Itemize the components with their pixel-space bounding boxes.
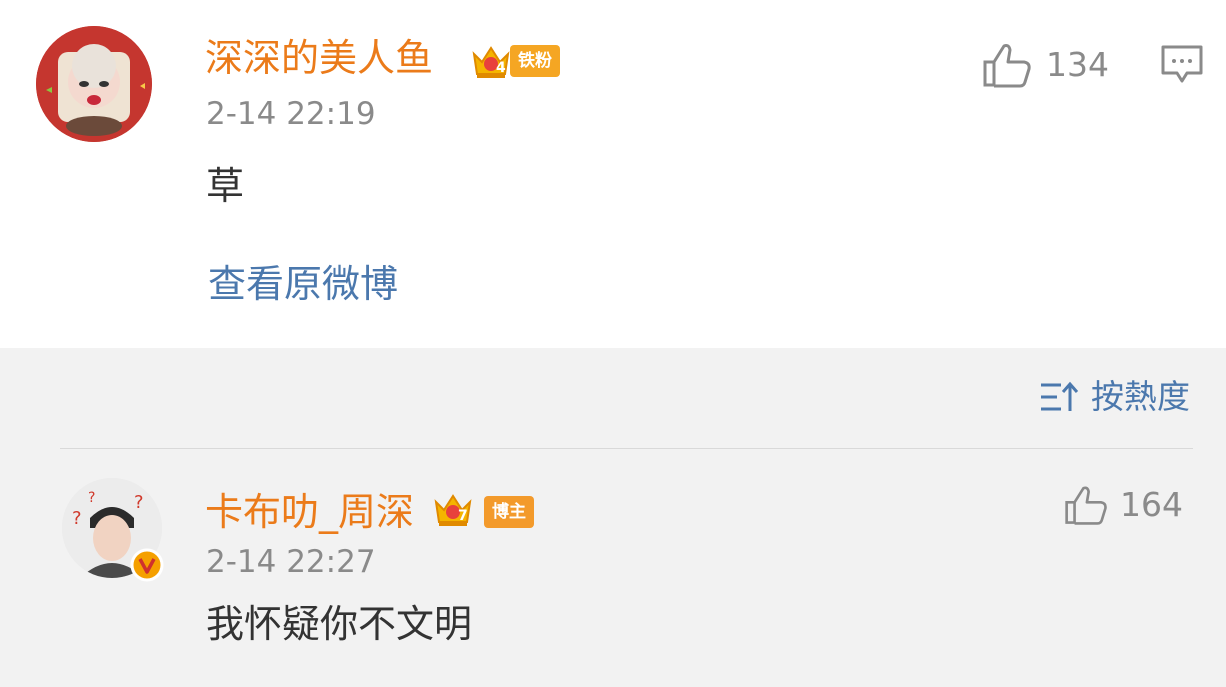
verified-v-icon — [130, 548, 164, 582]
reply-like-count: 164 — [1120, 485, 1183, 524]
user-avatar[interactable] — [36, 26, 152, 142]
sort-icon — [1041, 381, 1079, 411]
reply-button[interactable] — [1160, 44, 1204, 90]
reply-username[interactable]: 卡布叻_周深 — [205, 490, 414, 534]
like-count: 134 — [1046, 45, 1109, 84]
level-number: 7 — [458, 508, 468, 524]
original-comment-section: 深深的美人鱼 4 铁粉 2-14 22:19 草 查看原微博 134 — [0, 0, 1226, 348]
svg-text:?: ? — [72, 508, 82, 529]
crown-level-icon: 7 — [432, 488, 474, 530]
comment-time: 2-14 22:19 — [206, 96, 376, 132]
like-button[interactable] — [982, 42, 1032, 92]
crown-level-icon: 4 — [470, 40, 512, 82]
reply-like-button[interactable] — [1064, 484, 1108, 530]
level-number: 4 — [496, 60, 506, 76]
sort-by-hot-button[interactable]: 按熱度 — [1039, 376, 1190, 418]
comment-text: 草 — [206, 164, 245, 208]
view-original-link[interactable]: 查看原微博 — [208, 262, 398, 306]
reply-time: 2-14 22:27 — [206, 544, 376, 580]
divider — [60, 448, 1193, 449]
comment-username[interactable]: 深深的美人鱼 — [205, 36, 433, 80]
sort-label: 按熱度 — [1091, 377, 1190, 416]
thumbs-up-icon — [983, 44, 1031, 88]
author-badge: 博主 — [484, 496, 534, 528]
fan-badge: 铁粉 — [510, 45, 560, 77]
thumbs-up-icon — [1065, 486, 1107, 525]
svg-text:?: ? — [88, 490, 95, 506]
comment-icon — [1161, 45, 1203, 83]
svg-text:?: ? — [134, 492, 144, 513]
reply-text: 我怀疑你不文明 — [206, 602, 473, 646]
